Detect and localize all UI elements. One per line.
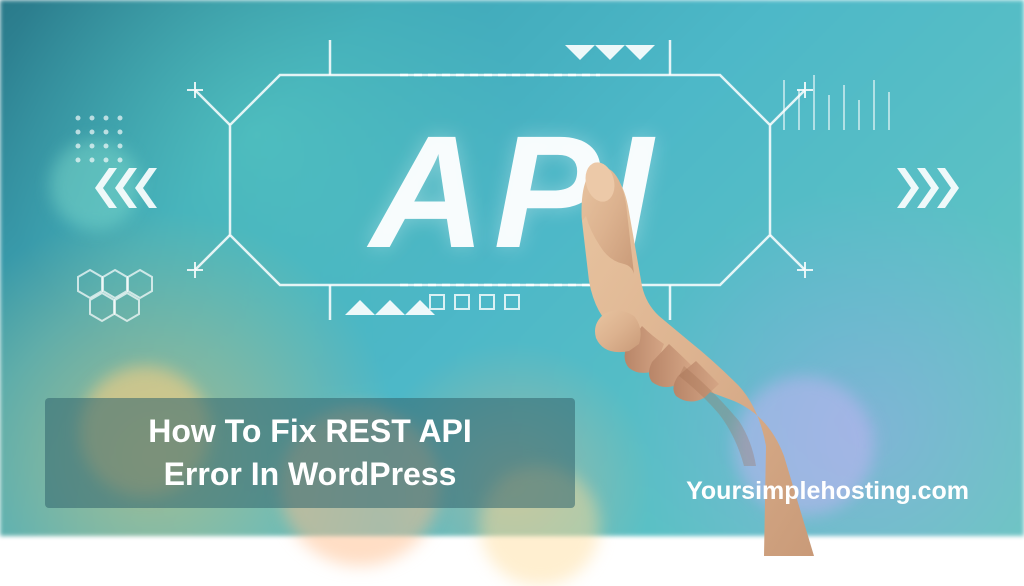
chevron-right-icon [889, 168, 959, 213]
site-url-text: Yoursimplehosting.com [686, 477, 969, 506]
banner-title-line1: How To Fix REST API [148, 410, 472, 453]
banner-title-line2: Error In WordPress [164, 453, 457, 496]
decorative-dots [70, 110, 130, 173]
chevron-left-icon [95, 168, 165, 208]
title-overlay: How To Fix REST API Error In WordPress [45, 398, 575, 508]
hero-banner: API [0, 0, 1024, 536]
decorative-hexagons [75, 265, 165, 340]
